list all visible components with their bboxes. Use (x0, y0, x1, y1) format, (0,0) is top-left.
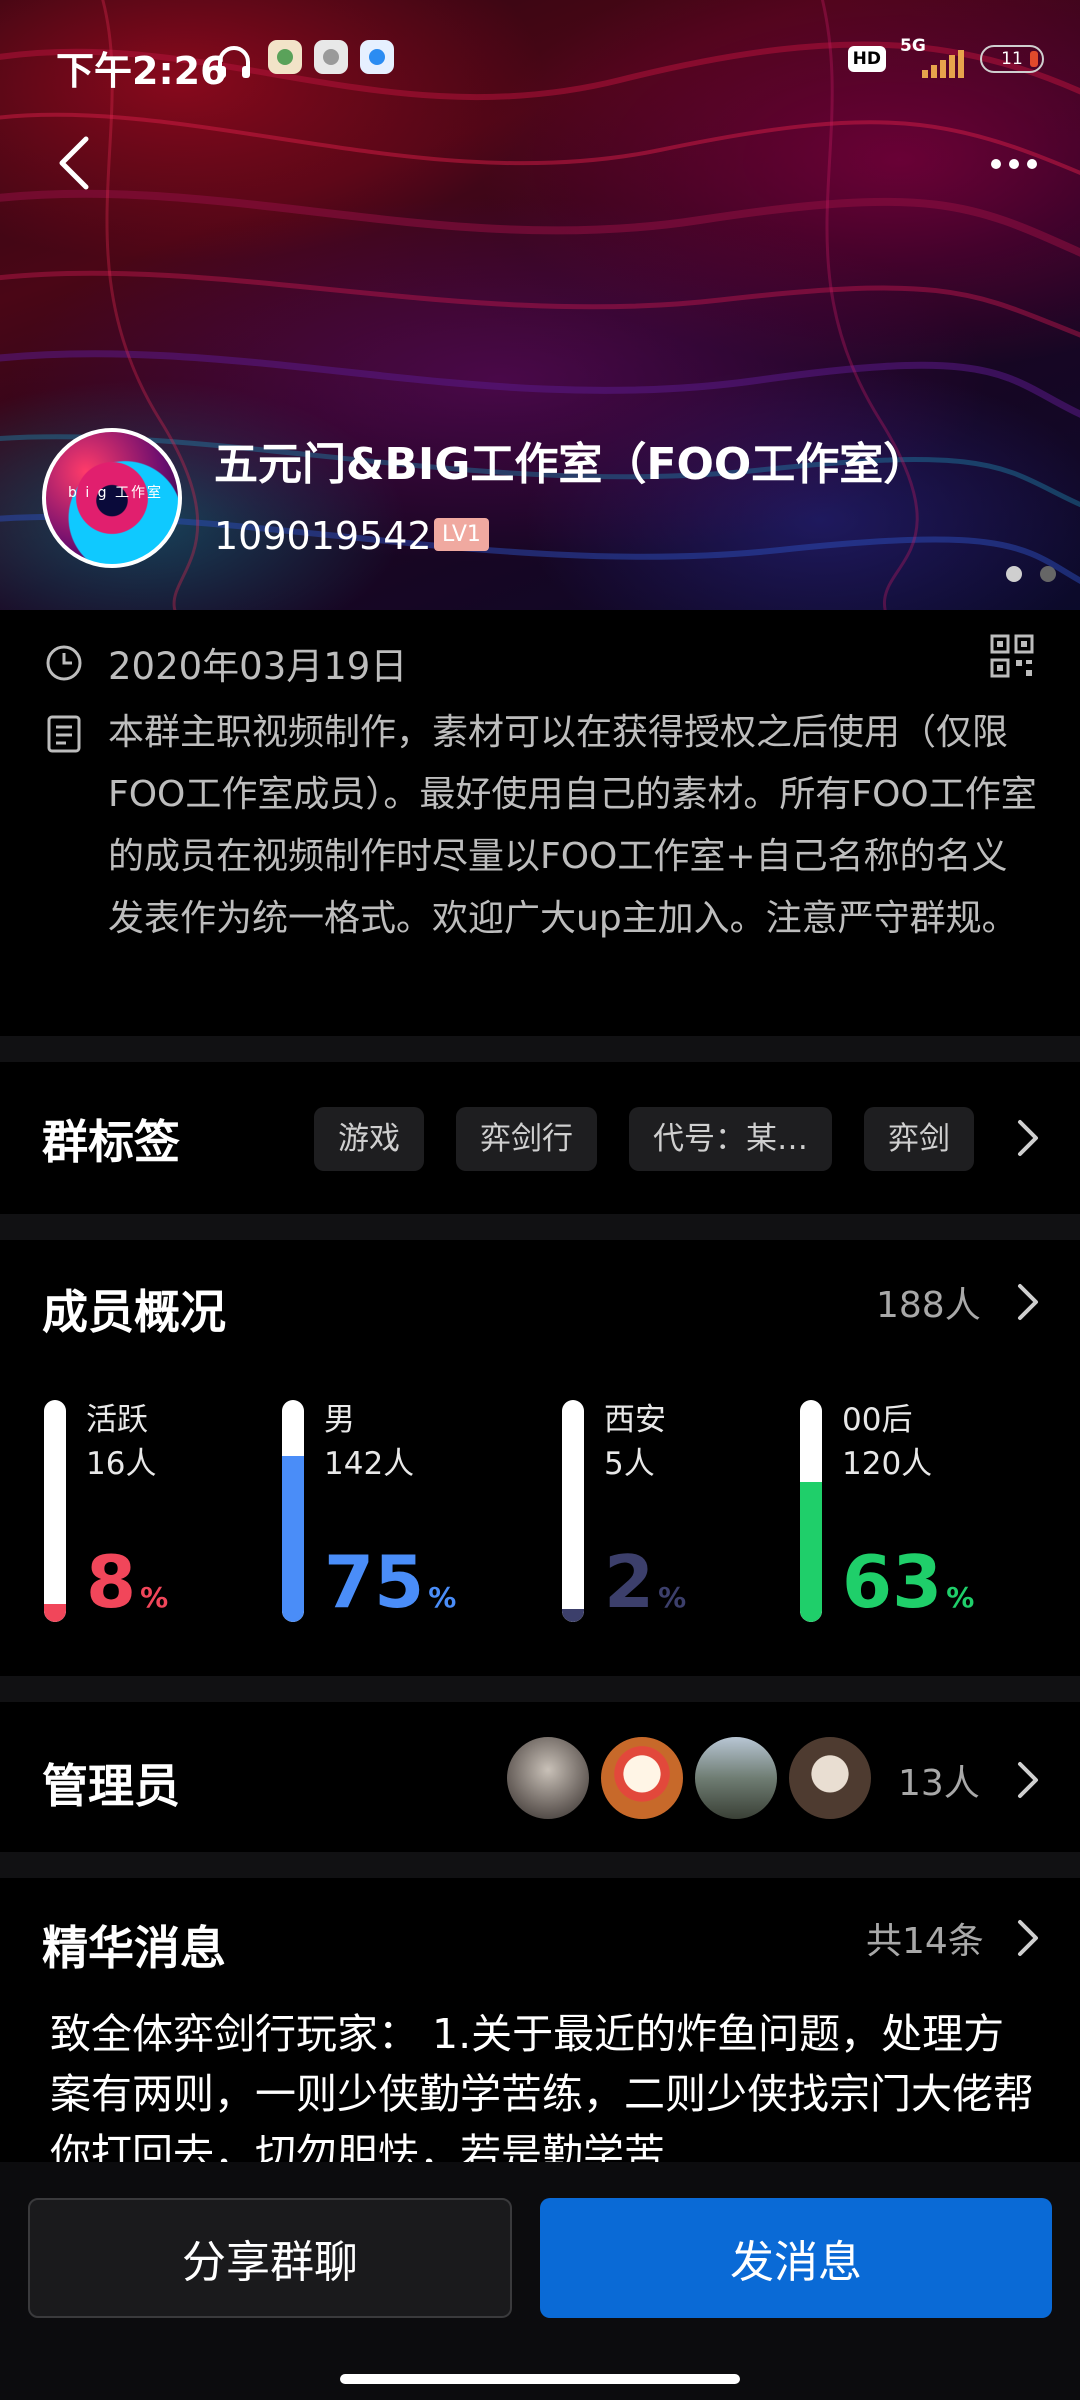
stat-count: 142人 (324, 1446, 415, 1482)
tag-item[interactable]: 弈剑 (864, 1107, 974, 1171)
stat-percent: 75% (324, 1540, 457, 1624)
more-icon (991, 159, 1001, 169)
essence-messages-section[interactable]: 精华消息 共14条 致全体弈剑行玩家： 1.关于最近的炸鱼问题，处理方案有两则，… (0, 1878, 1080, 2178)
created-date-row: 2020年03月19日 (44, 636, 407, 690)
stat-count: 120人 (842, 1446, 933, 1482)
admin-avatar (692, 1734, 780, 1822)
document-icon (47, 715, 81, 753)
members-title: 成员概况 (42, 1285, 226, 1339)
group-avatar[interactable]: b i g 工作室 (42, 428, 182, 568)
app-notification-icon (314, 40, 348, 74)
members-overview-section[interactable]: 成员概况 188人 活跃 16人 8% 男 142人 75% 西安 5人 2% … (0, 1240, 1080, 1674)
share-group-button[interactable]: 分享群聊 (28, 2198, 512, 2318)
stat-label: 男 (324, 1402, 355, 1438)
send-message-button[interactable]: 发消息 (540, 2198, 1052, 2318)
status-time: 下午2:26 (56, 49, 227, 93)
stat-label: 00后 (842, 1402, 913, 1438)
stat-count: 5人 (604, 1446, 655, 1482)
admin-count: 13人 (898, 1763, 980, 1804)
section-divider (0, 1676, 1080, 1702)
section-divider (0, 1852, 1080, 1878)
group-info: 2020年03月19日 本群主职视频制作，素材可以在获得授权之后使用（仅限FOO… (0, 610, 1080, 1036)
member-total-count: 188人 (876, 1285, 981, 1326)
hd-indicator: HD (847, 46, 886, 72)
section-divider (0, 1214, 1080, 1240)
more-options-button[interactable] (974, 134, 1054, 194)
stat-percent: 8% (86, 1540, 169, 1624)
status-bar: 下午2:26 HD 5G 11 (0, 30, 1080, 94)
signal-icon: 5G (900, 36, 966, 78)
app-notification-icon (268, 40, 302, 74)
back-arrow-icon (59, 136, 89, 190)
admin-avatar (598, 1734, 686, 1822)
essence-count: 共14条 (866, 1921, 984, 1962)
group-description: 本群主职视频制作，素材可以在获得授权之后使用（仅限FOO工作室成员）。最好使用自… (108, 712, 1037, 939)
stat-percent: 63% (842, 1540, 975, 1624)
group-name: 五元门&BIG工作室（FOO工作室） (214, 439, 928, 490)
stat-percent: 2% (604, 1540, 687, 1624)
group-header-banner: 下午2:26 HD 5G 11 b i g 工作室 五元门&BIG工作室（FOO… (0, 0, 1080, 610)
battery-icon: 11 (980, 45, 1044, 73)
clock-icon (46, 645, 82, 681)
tags-title: 群标签 (42, 1115, 180, 1169)
stat-count: 16人 (86, 1446, 157, 1482)
group-id[interactable]: 1090195421 (214, 514, 456, 558)
stat-bar (800, 1400, 822, 1622)
admins-title: 管理员 (42, 1759, 180, 1813)
admin-avatar (786, 1734, 874, 1822)
app-notification-icon (360, 40, 394, 74)
tag-item[interactable]: 代号：某… (629, 1107, 832, 1171)
chevron-right-icon[interactable] (1014, 1760, 1042, 1800)
essence-preview[interactable]: 致全体弈剑行玩家： 1.关于最近的炸鱼问题，处理方案有两则，一则少侠勤学苦练，二… (50, 2004, 1040, 2178)
created-date: 2020年03月19日 (108, 645, 408, 688)
admin-avatar-list (504, 1734, 874, 1822)
stat-bar (44, 1400, 66, 1622)
headphones-icon (218, 46, 250, 78)
chevron-right-icon[interactable] (1014, 1118, 1042, 1158)
essence-title: 精华消息 (42, 1921, 226, 1975)
stat-bar (562, 1400, 584, 1622)
home-indicator[interactable] (340, 2374, 740, 2384)
chevron-right-icon[interactable] (1014, 1918, 1042, 1958)
admin-avatar (504, 1734, 592, 1822)
bottom-action-bar: 分享群聊 发消息 (0, 2162, 1080, 2400)
section-divider (0, 1036, 1080, 1062)
tag-list: 游戏 弈剑行 代号：某… 弈剑 (314, 1107, 974, 1171)
stat-label: 活跃 (86, 1402, 148, 1438)
group-tags-section[interactable]: 群标签 游戏 弈剑行 代号：某… 弈剑 (0, 1062, 1080, 1212)
qr-code-icon[interactable] (990, 634, 1034, 678)
stat-label: 西安 (604, 1402, 666, 1438)
admins-section[interactable]: 管理员 13人 (0, 1702, 1080, 1852)
stat-bar (282, 1400, 304, 1622)
chevron-right-icon[interactable] (1014, 1282, 1042, 1322)
back-button[interactable] (44, 128, 104, 198)
tag-item[interactable]: 游戏 (314, 1107, 424, 1171)
group-level-badge: LV1 (434, 518, 489, 551)
tag-item[interactable]: 弈剑行 (456, 1107, 597, 1171)
banner-page-indicator (1006, 566, 1056, 582)
